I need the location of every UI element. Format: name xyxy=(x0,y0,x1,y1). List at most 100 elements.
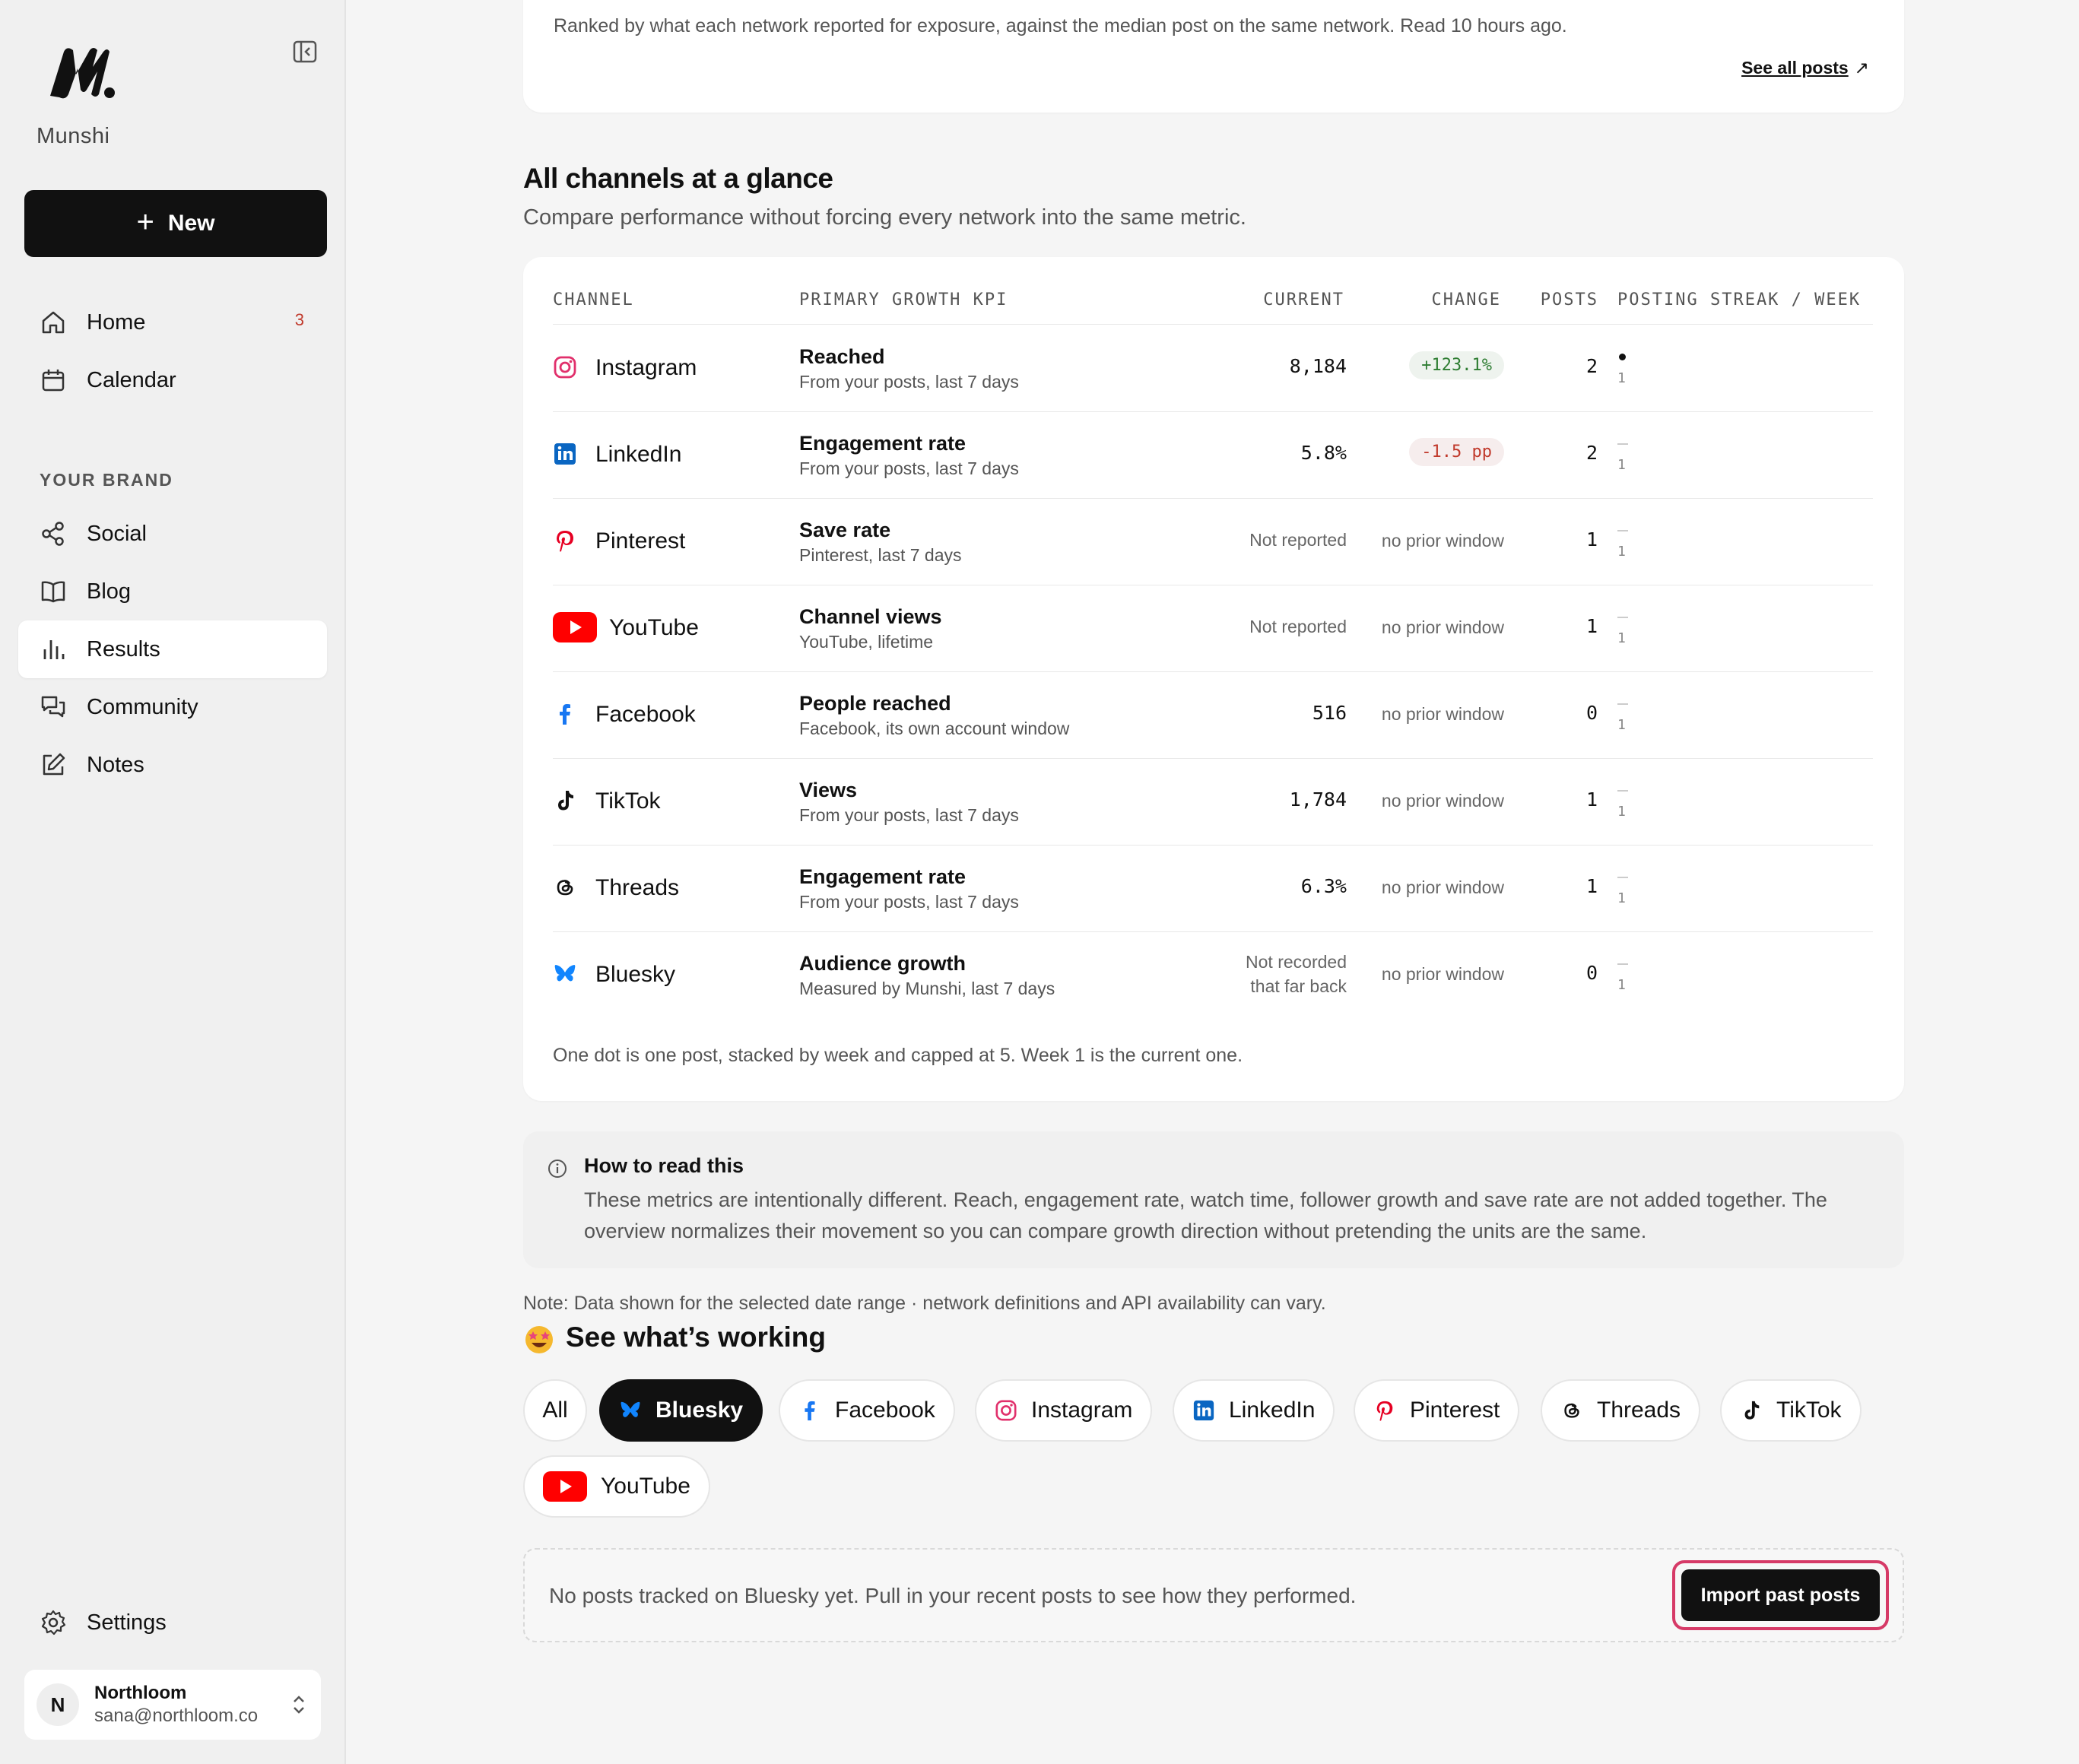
sidebar-item-social[interactable]: Social xyxy=(18,505,327,563)
streak-empty xyxy=(1617,790,1628,792)
plus-icon: + xyxy=(136,205,154,239)
table-row-facebook[interactable]: Facebook People reached Facebook, its ow… xyxy=(553,671,1873,757)
col-header-channel: CHANNEL xyxy=(553,290,634,309)
filter-all[interactable]: All xyxy=(523,1379,587,1442)
see-whats-working-title: See what’s working xyxy=(566,1321,826,1353)
tiktok-icon xyxy=(1744,1401,1760,1420)
sidebar-item-calendar[interactable]: Calendar xyxy=(18,351,327,409)
current-value: 5.8% xyxy=(1300,442,1347,464)
channel-name: Facebook xyxy=(595,702,696,727)
filter-tiktok[interactable]: TikTok xyxy=(1720,1379,1862,1442)
posts-count: 0 xyxy=(1585,962,1598,984)
filter-label: Facebook xyxy=(835,1398,935,1423)
current-value: Not reported xyxy=(1249,617,1347,636)
how-to-read-title: How to read this xyxy=(584,1154,744,1177)
table-row-instagram[interactable]: Instagram Reached From your posts, last … xyxy=(553,325,1873,411)
filter-label: All xyxy=(542,1398,568,1423)
sidebar-item-notes[interactable]: Notes xyxy=(18,736,327,794)
sidebar: Munshi + New Home 3 Calendar YOUR BRAND … xyxy=(0,0,346,1764)
bar-chart-icon xyxy=(43,640,65,659)
threads-icon xyxy=(557,880,573,896)
brand-name: Munshi xyxy=(37,124,110,148)
streak-empty xyxy=(1617,963,1628,965)
sidebar-toggle-icon[interactable] xyxy=(292,40,318,64)
see-all-label: See all posts xyxy=(1741,58,1849,78)
posts-count: 2 xyxy=(1585,355,1598,377)
sidebar-item-blog[interactable]: Blog xyxy=(18,563,327,620)
kpi-name: Save rate xyxy=(799,519,891,541)
kpi-description: Measured by Munshi, last 7 days xyxy=(799,979,1055,998)
home-icon xyxy=(42,311,65,334)
sidebar-item-label: Notes xyxy=(87,752,144,777)
new-button-label: New xyxy=(167,211,215,236)
table-row-youtube[interactable]: YouTube Channel views YouTube, lifetime … xyxy=(553,585,1873,671)
change-text: no prior window xyxy=(1381,791,1504,811)
streak-dot xyxy=(1619,354,1626,360)
how-to-read-panel: How to read this These metrics are inten… xyxy=(523,1131,1904,1268)
filter-label: Threads xyxy=(1597,1398,1681,1423)
col-header-posts: POSTS xyxy=(1540,290,1598,309)
table-row-pinterest[interactable]: Pinterest Save rate Pinterest, last 7 da… xyxy=(553,498,1873,584)
kpi-description: From your posts, last 7 days xyxy=(799,805,1019,825)
filter-label: YouTube xyxy=(601,1474,690,1499)
posts-count: 0 xyxy=(1585,702,1598,724)
section-label-your-brand: YOUR BRAND xyxy=(40,470,173,490)
channel-name: Instagram xyxy=(595,355,697,380)
app: Munshi + New Home 3 Calendar YOUR BRAND … xyxy=(0,0,2079,1764)
current-value: Not reported xyxy=(1249,530,1347,550)
facebook-icon xyxy=(560,704,570,725)
avatar: N xyxy=(37,1683,79,1726)
filter-pinterest[interactable]: Pinterest xyxy=(1354,1379,1520,1442)
see-all-posts-link[interactable]: See all posts ↗ xyxy=(1741,58,1869,78)
facebook-icon xyxy=(805,1401,815,1421)
linkedin-icon xyxy=(554,443,576,465)
sidebar-item-results[interactable]: Results xyxy=(18,620,327,678)
streak-week-label: 1 xyxy=(1617,457,1626,473)
streak-week-label: 1 xyxy=(1617,717,1626,733)
current-value-line2: that far back xyxy=(1250,976,1347,996)
filter-threads[interactable]: Threads xyxy=(1541,1379,1701,1442)
col-header-change: CHANGE xyxy=(1431,290,1501,309)
filter-youtube[interactable]: YouTube xyxy=(523,1455,710,1518)
new-button[interactable]: + New xyxy=(24,190,327,257)
account-switcher[interactable]: N Northloom sana@northloom.co xyxy=(24,1670,321,1740)
streak-empty xyxy=(1617,877,1628,878)
data-note: Note: Data shown for the selected date r… xyxy=(523,1293,1326,1314)
streak-empty xyxy=(1617,443,1628,445)
sidebar-item-home[interactable]: Home 3 xyxy=(18,293,327,351)
table-row-bluesky[interactable]: Bluesky Audience growth Measured by Muns… xyxy=(553,931,1873,1017)
sidebar-item-settings[interactable]: Settings xyxy=(18,1594,327,1651)
table-row-tiktok[interactable]: TikTok Views From your posts, last 7 day… xyxy=(553,758,1873,844)
tiktok-icon xyxy=(558,791,573,811)
filter-instagram[interactable]: Instagram xyxy=(975,1379,1153,1442)
kpi-name: Reached xyxy=(799,345,885,368)
filter-linkedin[interactable]: LinkedIn xyxy=(1173,1379,1335,1442)
chat-icon xyxy=(41,696,65,718)
filter-facebook[interactable]: Facebook xyxy=(779,1379,955,1442)
empty-state: No posts tracked on Bluesky yet. Pull in… xyxy=(523,1548,1904,1642)
streak-empty xyxy=(1617,703,1628,705)
change-badge: +123.1% xyxy=(1409,351,1504,379)
kpi-description: From your posts, last 7 days xyxy=(799,892,1019,912)
kpi-name: Engagement rate xyxy=(799,865,966,888)
top-posts-card: Ranked by what each network reported for… xyxy=(523,0,1904,113)
filter-bluesky[interactable]: Bluesky xyxy=(599,1379,763,1442)
account-name: Northloom xyxy=(94,1683,187,1703)
top-posts-description: Ranked by what each network reported for… xyxy=(554,15,1567,36)
pinterest-icon xyxy=(1376,1401,1393,1421)
book-icon xyxy=(41,581,65,603)
posts-count: 2 xyxy=(1585,442,1598,464)
kpi-name: Engagement rate xyxy=(799,432,966,455)
channel-name: LinkedIn xyxy=(595,442,682,467)
account-email: sana@northloom.co xyxy=(94,1705,259,1726)
streak-week-label: 1 xyxy=(1617,804,1626,820)
table-row-linkedin[interactable]: LinkedIn Engagement rate From your posts… xyxy=(553,411,1873,497)
table-row-threads[interactable]: Threads Engagement rate From your posts,… xyxy=(553,845,1873,931)
filter-label: LinkedIn xyxy=(1229,1398,1316,1423)
kpi-description: From your posts, last 7 days xyxy=(799,372,1019,392)
sidebar-item-community[interactable]: Community xyxy=(18,678,327,736)
kpi-name: Audience growth xyxy=(799,952,966,975)
table-footnote: One dot is one post, stacked by week and… xyxy=(553,1045,1243,1066)
import-past-posts-button[interactable]: Import past posts xyxy=(1681,1569,1880,1621)
sidebar-item-label: Social xyxy=(87,521,147,546)
